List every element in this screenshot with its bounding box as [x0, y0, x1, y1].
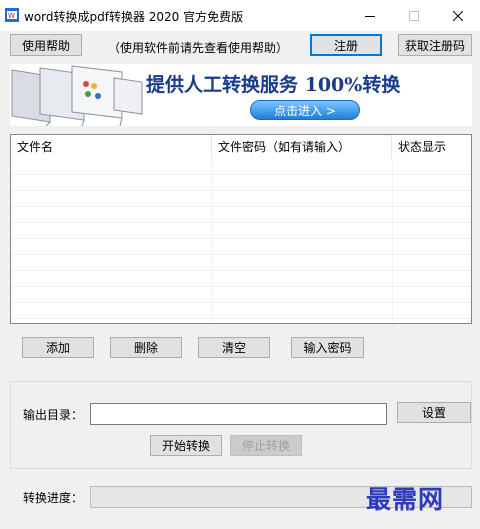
close-icon — [453, 10, 463, 21]
maximize-icon — [409, 10, 419, 21]
banner-enter-button[interactable]: 点击进入 > — [250, 100, 360, 120]
title-bar: W word转换成pdf转换器 2020 官方免费版 — [0, 0, 480, 31]
column-status[interactable]: 状态显示 — [392, 135, 471, 159]
add-button[interactable]: 添加 — [22, 337, 94, 358]
table-row — [11, 207, 471, 223]
promo-banner[interactable]: 提供人工转换服务 100%转换 点击进入 > — [10, 64, 472, 126]
delete-button[interactable]: 删除 — [110, 337, 182, 358]
enter-password-button[interactable]: 输入密码 — [291, 337, 364, 358]
register-button[interactable]: 注册 — [310, 34, 382, 56]
table-row — [11, 271, 471, 287]
output-dir-label: 输出目录： — [23, 408, 84, 422]
output-dir-input[interactable] — [90, 403, 387, 425]
settings-button[interactable]: 设置 — [397, 402, 471, 423]
column-password[interactable]: 文件密码（如有请输入） — [212, 135, 392, 159]
help-hint-text: （使用软件前请先查看使用帮助） — [108, 41, 289, 55]
window-title: word转换成pdf转换器 2020 官方免费版 — [24, 10, 244, 24]
table-row — [11, 175, 471, 191]
table-row — [11, 159, 471, 175]
table-row — [11, 191, 471, 207]
table-row — [11, 255, 471, 271]
table-row — [11, 223, 471, 239]
table-row — [11, 287, 471, 303]
table-row — [11, 303, 471, 319]
banner-headline: 提供人工转换服务 100%转换 — [146, 74, 401, 96]
maximize-button[interactable] — [392, 0, 436, 31]
whiteboard-illustration — [10, 64, 144, 126]
close-button[interactable] — [436, 0, 480, 31]
app-icon: W — [5, 8, 19, 22]
column-filename[interactable]: 文件名 — [11, 135, 212, 159]
help-button[interactable]: 使用帮助 — [10, 34, 82, 56]
file-list-header: 文件名 文件密码（如有请输入） 状态显示 — [11, 135, 471, 159]
get-code-button[interactable]: 获取注册码 — [398, 34, 472, 56]
table-row — [11, 239, 471, 255]
site-watermark: 最需网 — [366, 485, 445, 514]
minimize-button[interactable] — [348, 0, 392, 31]
progress-label: 转换进度： — [23, 491, 84, 505]
main-window: W word转换成pdf转换器 2020 官方免费版 使用帮助 （使用软件前请先… — [0, 0, 480, 529]
minimize-icon — [365, 15, 375, 17]
svg-text:W: W — [8, 12, 15, 20]
file-list[interactable]: 文件名 文件密码（如有请输入） 状态显示 — [10, 134, 472, 324]
start-convert-button[interactable]: 开始转换 — [150, 435, 222, 456]
stop-convert-button[interactable]: 停止转换 — [230, 435, 302, 456]
clear-button[interactable]: 清空 — [198, 337, 270, 358]
